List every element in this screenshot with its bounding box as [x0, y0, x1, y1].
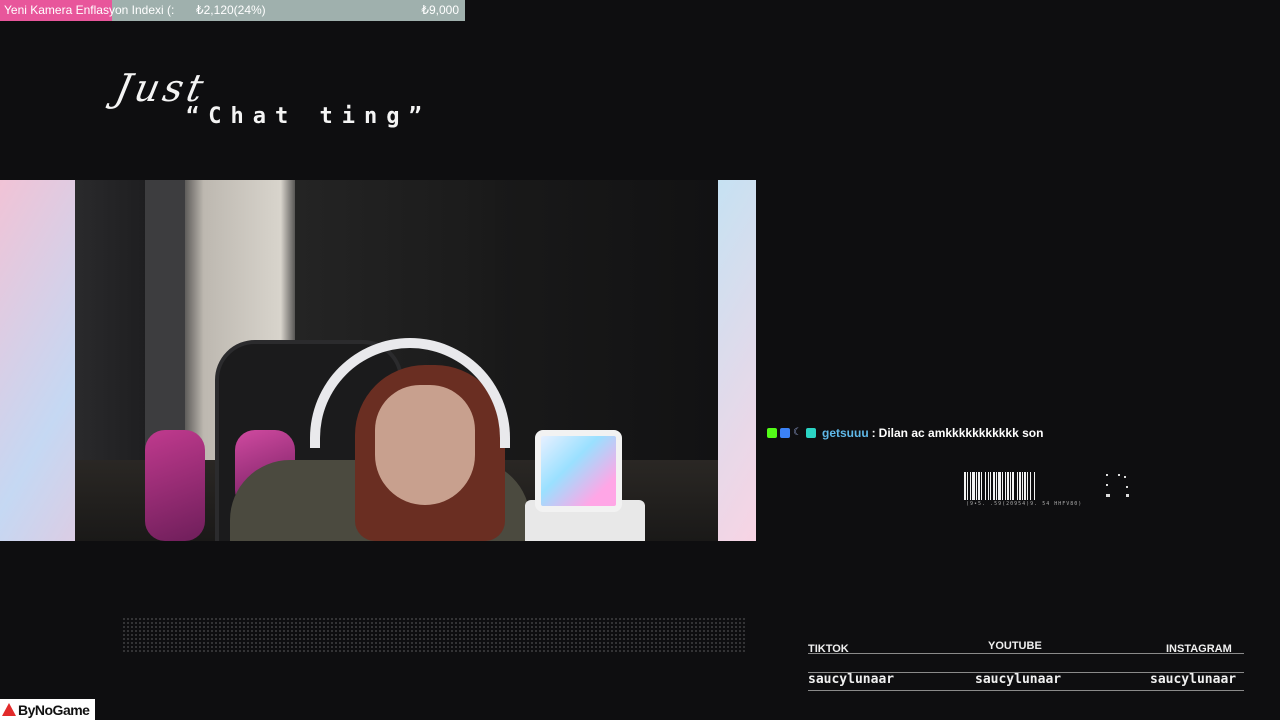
barcode-bar: [990, 472, 991, 500]
kick-badge-icon: [767, 428, 777, 438]
barcode-bar: [972, 472, 975, 500]
social-handle-youtube: saucylunaar: [975, 672, 1062, 687]
barcode-bar: [996, 472, 997, 500]
chat-message: ☾ getsuuu : Dilan ac amkkkkkkkkkkk son: [767, 426, 1043, 440]
barcode-bar: [1007, 472, 1009, 500]
barcode-bar: [985, 472, 986, 500]
barcode-bar: [988, 472, 989, 500]
microphone: [535, 430, 622, 512]
social-divider-top: [808, 653, 1244, 654]
barcode-bar: [1022, 472, 1023, 500]
category-title-mono: “Chat ting”: [186, 104, 431, 129]
webcam-video: [75, 180, 718, 541]
barcode-bar: [1030, 472, 1031, 500]
barcode-bar: [981, 472, 982, 500]
logo-text: ByNoGame: [18, 701, 90, 718]
social-label-youtube: YOUTUBE: [988, 640, 1042, 652]
barcode-bar: [964, 472, 966, 500]
gift-badge-icon: [806, 428, 816, 438]
dots-decoration: [1106, 474, 1129, 497]
social-handle-tiktok: saucylunaar: [808, 672, 895, 687]
social-divider-bottom: [808, 690, 1244, 691]
barcode-bar: [1005, 472, 1006, 500]
goal-label: Yeni Kamera Enflasyon Indexi (:: [4, 3, 175, 17]
barcode-decoration: [964, 472, 1035, 500]
donation-goal-bar: Yeni Kamera Enflasyon Indexi (: ₺2,120(2…: [0, 0, 465, 21]
barcode-bar: [978, 472, 980, 500]
barcode-bar: [1027, 472, 1028, 500]
barcode-bar: [1034, 472, 1035, 500]
bynogame-logo: ByNoGame: [0, 699, 95, 720]
barcode-bar: [970, 472, 971, 500]
goal-current-amount: ₺2,120(24%): [196, 3, 266, 17]
barcode-bar: [1010, 472, 1011, 500]
barcode-bar: [993, 472, 995, 500]
barcode-bar: [967, 472, 968, 500]
chat-username[interactable]: getsuuu: [822, 426, 869, 440]
barcode-bar: [1024, 472, 1026, 500]
verified-badge-icon: [780, 428, 790, 438]
barcode-caption: (9•5. .59(20954)9. 54 HHFV80): [966, 501, 1083, 507]
barcode-bar: [1012, 472, 1014, 500]
barcode-bar: [998, 472, 1001, 500]
barcode-bar: [1017, 472, 1018, 500]
chat-separator: :: [871, 426, 876, 440]
bynogame-logo-icon: [2, 703, 16, 716]
chat-text: Dilan ac amkkkkkkkkkkk son: [878, 426, 1044, 440]
goal-target-amount: ₺9,000: [421, 3, 459, 17]
barcode-bar: [976, 472, 977, 500]
halftone-strip: [122, 617, 746, 653]
gaming-chair-wing-left: [145, 430, 205, 541]
barcode-bar: [1002, 472, 1003, 500]
barcode-bar: [1019, 472, 1021, 500]
moon-badge-icon: ☾: [793, 427, 802, 438]
social-handle-instagram: saucylunaar: [1150, 672, 1237, 687]
